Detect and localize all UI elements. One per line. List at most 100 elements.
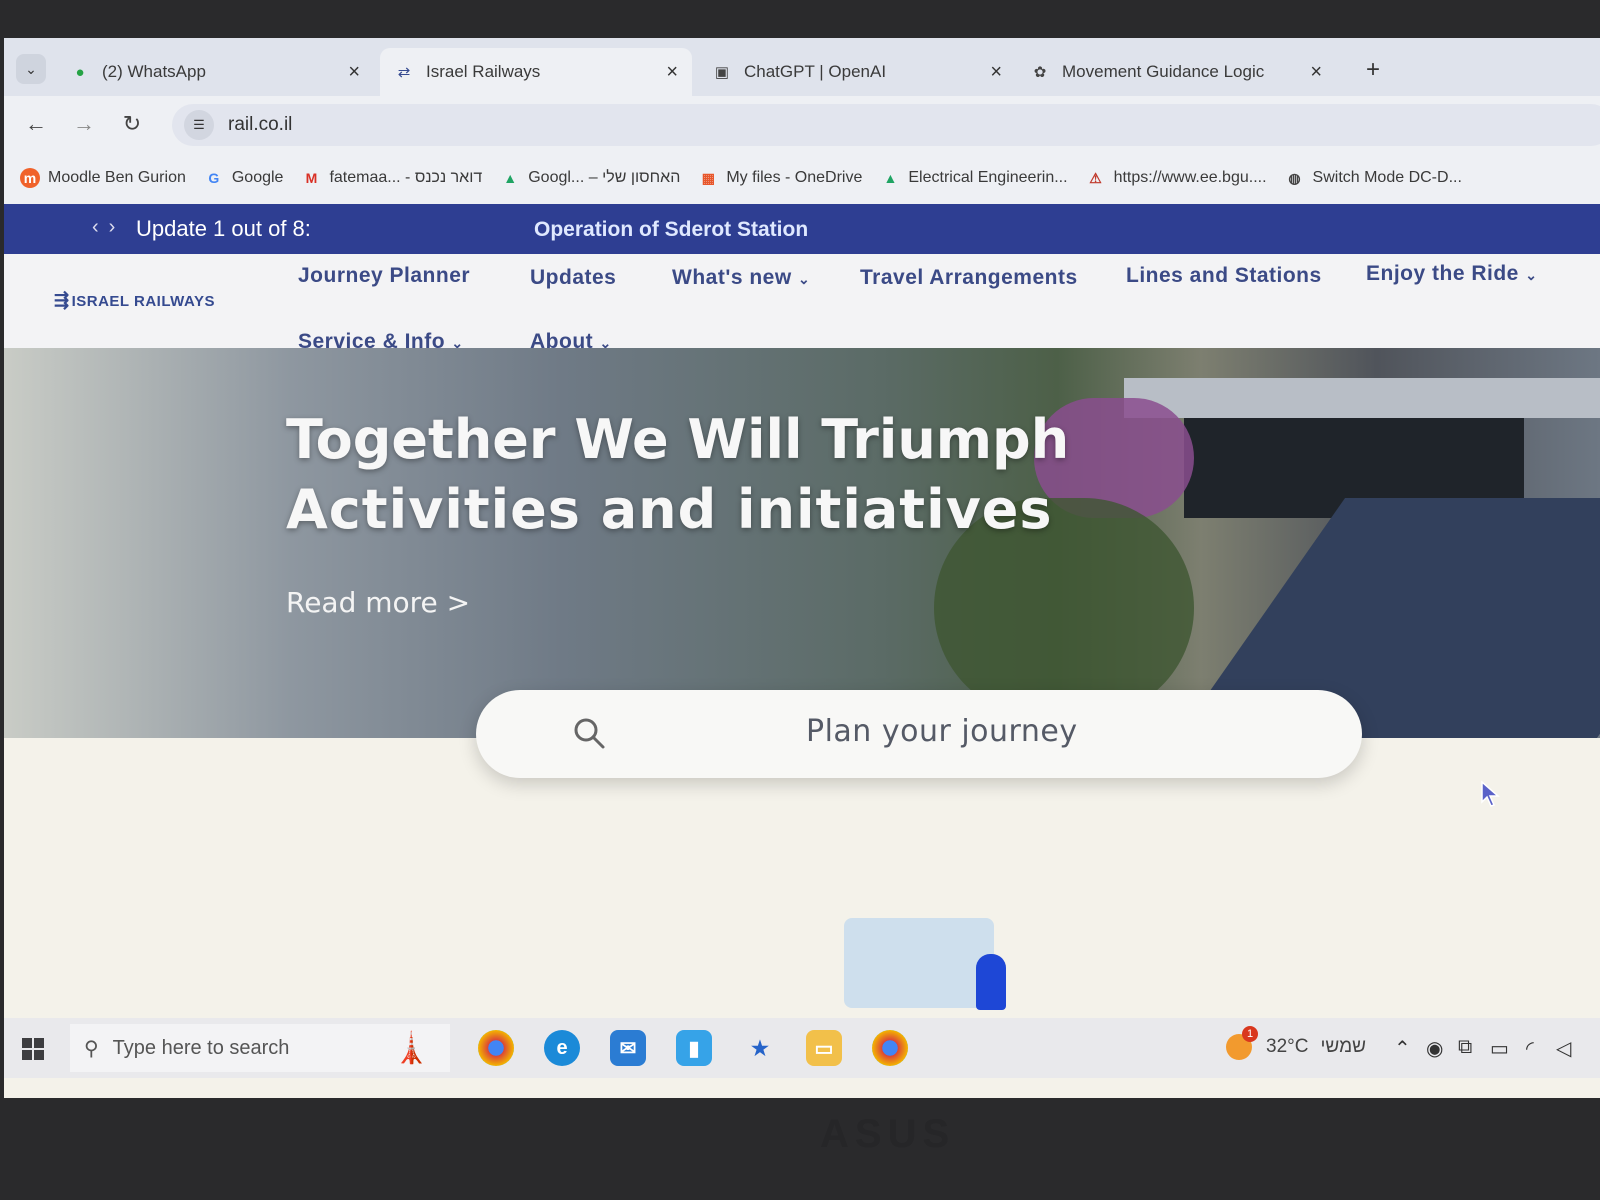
hero-banner: Together We Will Triumph Activities and …: [4, 348, 1600, 738]
globe-icon: ◍: [1288, 169, 1301, 186]
bookmark-label: My files - OneDrive: [726, 169, 863, 186]
train-logo-icon: ⇶: [54, 290, 70, 310]
back-icon[interactable]: ←: [20, 108, 52, 140]
hero-subtitle: Activities and initiatives: [286, 478, 1053, 541]
bookmark-moodle[interactable]: m Moodle Ben Gurion: [20, 168, 186, 188]
israel-railways-logo[interactable]: ⇶ ISRAEL RAILWAYS: [54, 290, 215, 311]
taskbar-search-box[interactable]: ⚲ Type here to search 🗼: [70, 1024, 450, 1072]
bookmark-label: Googl... – האחסון שלי: [528, 169, 681, 186]
nav-lines-and-stations[interactable]: Lines and Stations: [1126, 264, 1322, 288]
reload-icon[interactable]: ↻: [116, 108, 148, 140]
google-icon: G: [208, 170, 220, 186]
bookmark-switch-mode[interactable]: ◍ Switch Mode DC-D...: [1285, 168, 1462, 188]
url-text[interactable]: rail.co.il: [228, 114, 292, 136]
bookmark-ee-bgu[interactable]: ⚠ https://www.ee.bgu....: [1086, 168, 1267, 188]
site-header: ⇶ ISRAEL RAILWAYS Journey Planner Updates…: [4, 254, 1600, 353]
tab-chatgpt[interactable]: ▣ ChatGPT | OpenAI ×: [698, 48, 1016, 96]
bookmark-gmail[interactable]: M fatemaa... - דואר נכנס: [301, 168, 483, 188]
bookmarks-bar: m Moodle Ben Gurion G Google M fatemaa..…: [4, 152, 1600, 204]
close-icon[interactable]: ×: [990, 61, 1002, 84]
tab-label: Israel Railways: [426, 62, 541, 81]
close-icon[interactable]: ×: [666, 61, 678, 84]
laptop-brand-logo: ASUS: [820, 1112, 956, 1156]
promo-illustration: [844, 918, 994, 1008]
windows-start-icon[interactable]: [22, 1038, 44, 1060]
bookmark-label: Electrical Engineerin...: [908, 169, 1068, 186]
tab-search-button[interactable]: ⌄: [16, 54, 46, 84]
read-more-link[interactable]: Read more >: [286, 586, 470, 619]
update-message-link[interactable]: Operation of Sderot Station: [534, 218, 808, 242]
nav-enjoy-the-ride[interactable]: Enjoy the Ride ⌄: [1366, 262, 1537, 286]
forward-icon[interactable]: →: [68, 108, 100, 140]
bookmark-drive[interactable]: ▲ Googl... – האחסון שלי: [500, 168, 680, 188]
weather-sun-icon: 1: [1226, 1026, 1258, 1060]
weather-widget[interactable]: 1 32°C שמשי: [1226, 1026, 1366, 1060]
pma-icon: ⚠: [1089, 169, 1102, 186]
tab-whatsapp[interactable]: ● (2) WhatsApp ×: [56, 48, 374, 96]
banner-prev-next-icon[interactable]: ‹›: [92, 216, 125, 239]
whatsapp-icon: ●: [75, 63, 85, 81]
meet-now-icon[interactable]: ⧉: [1458, 1036, 1472, 1059]
mouse-cursor-icon: [1481, 780, 1500, 807]
nav-journey-planner[interactable]: Journey Planner: [298, 264, 470, 288]
volume-icon[interactable]: ◁: [1556, 1036, 1571, 1061]
nav-label: Enjoy the Ride: [1366, 262, 1519, 285]
mail-icon[interactable]: ✉: [610, 1030, 646, 1066]
bookmark-label: fatemaa... - דואר נכנס: [329, 169, 483, 186]
app-launcher-icon[interactable]: ★: [742, 1030, 778, 1066]
microsoft-icon: ▦: [701, 169, 715, 186]
tab-label: (2) WhatsApp: [102, 62, 206, 81]
chevron-down-icon: ⌄: [798, 271, 811, 287]
edge-icon[interactable]: e: [544, 1030, 580, 1066]
update-counter: Update 1 out of 8:: [136, 216, 311, 241]
chevron-up-icon[interactable]: ⌃: [1394, 1036, 1411, 1061]
promo-figure-graphic: [976, 954, 1006, 1010]
hero-title: Together We Will Triumph: [286, 408, 1070, 471]
nav-updates[interactable]: Updates: [530, 266, 616, 290]
moodle-icon: m: [20, 168, 40, 188]
close-icon[interactable]: ×: [1310, 61, 1322, 84]
chrome-icon[interactable]: [478, 1030, 514, 1066]
temperature-text: 32°C: [1266, 1036, 1309, 1057]
battery-icon[interactable]: ▭: [1490, 1036, 1509, 1061]
file-explorer-icon[interactable]: ▭: [806, 1030, 842, 1066]
store-icon[interactable]: ▮: [676, 1030, 712, 1066]
browser-tab-strip: ⌄ ● (2) WhatsApp × ⇄ Israel Railways × ▣…: [4, 38, 1600, 96]
lighthouse-icon: 🗼: [392, 1031, 430, 1065]
nav-label: What's new: [672, 266, 792, 289]
logo-text: ISRAEL RAILWAYS: [71, 293, 215, 310]
tab-israel-railways[interactable]: ⇄ Israel Railways ×: [380, 48, 692, 96]
site-info-icon[interactable]: ☰: [184, 110, 214, 140]
windows-taskbar: ⚲ Type here to search 🗼 e ✉ ▮ ★ ▭ 1 32°C…: [4, 1018, 1600, 1078]
search-icon: ⚲: [84, 1037, 99, 1060]
omnibox[interactable]: ☰ rail.co.il: [172, 104, 1600, 146]
bookmark-google[interactable]: G Google: [204, 168, 284, 188]
bookmark-label: Google: [231, 169, 284, 186]
new-tab-button[interactable]: +: [1366, 56, 1380, 84]
search-icon: [574, 718, 605, 749]
taskbar-search-placeholder: Type here to search: [112, 1036, 290, 1059]
bookmark-label: Switch Mode DC-D...: [1312, 169, 1462, 186]
nav-travel-arrangements[interactable]: Travel Arrangements: [860, 266, 1078, 290]
wifi-icon[interactable]: ◜: [1526, 1036, 1534, 1061]
chatgpt-icon: ▣: [714, 64, 730, 81]
search-placeholder: Plan your journey: [806, 714, 1078, 749]
close-icon[interactable]: ×: [348, 61, 360, 84]
nav-whats-new[interactable]: What's new ⌄: [672, 266, 810, 290]
chevron-down-icon: ⌄: [1525, 267, 1538, 283]
update-banner: ‹› Update 1 out of 8: Operation of Sdero…: [4, 204, 1600, 254]
weather-label: שמשי: [1320, 1036, 1366, 1057]
address-bar-row: ← → ↻ ☰ rail.co.il: [4, 96, 1600, 152]
tab-movement-guidance[interactable]: ✿ Movement Guidance Logic ×: [1016, 48, 1336, 96]
chrome-profile-icon[interactable]: [872, 1030, 908, 1066]
tab-label: ChatGPT | OpenAI: [744, 62, 887, 81]
journey-search-bar[interactable]: Plan your journey: [476, 690, 1362, 778]
bookmark-label: https://www.ee.bgu....: [1113, 169, 1267, 186]
bookmark-electrical-engineering[interactable]: ▲ Electrical Engineerin...: [880, 168, 1067, 188]
train-icon: ⇄: [397, 64, 411, 81]
record-icon[interactable]: ◉: [1426, 1036, 1443, 1061]
tab-label: Movement Guidance Logic: [1062, 62, 1265, 81]
drive-icon: ▲: [503, 170, 518, 186]
bookmark-onedrive[interactable]: ▦ My files - OneDrive: [698, 168, 863, 188]
bookmark-label: Moodle Ben Gurion: [48, 169, 186, 186]
